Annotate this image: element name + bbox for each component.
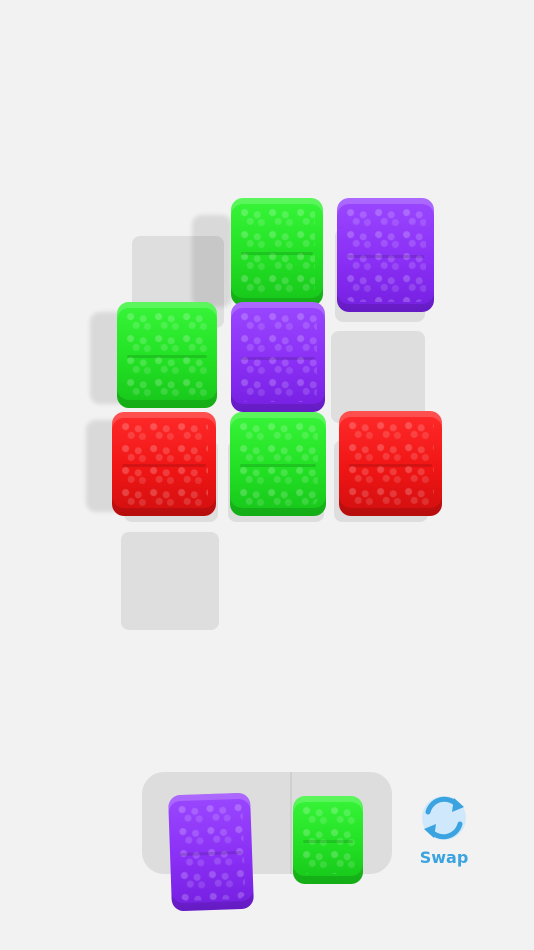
empty-slot[interactable] xyxy=(331,331,425,423)
tray-piece-green[interactable] xyxy=(293,796,363,884)
block-r3c2[interactable] xyxy=(230,412,326,516)
tray-piece-purple[interactable] xyxy=(168,792,254,912)
swap-button[interactable]: Swap xyxy=(412,790,476,868)
swap-label: Swap xyxy=(419,848,469,867)
tray-divider xyxy=(290,772,292,874)
block-r3c1[interactable] xyxy=(112,412,216,516)
block-r2c1[interactable] xyxy=(117,302,217,408)
block-r1c3[interactable] xyxy=(337,198,434,312)
swap-arrows-icon xyxy=(422,796,466,840)
block-r3c3[interactable] xyxy=(339,411,442,516)
empty-slot[interactable] xyxy=(121,532,219,630)
block-r1c2[interactable] xyxy=(231,198,323,306)
block-r2c2[interactable] xyxy=(231,302,325,412)
block-shadow xyxy=(192,215,232,307)
